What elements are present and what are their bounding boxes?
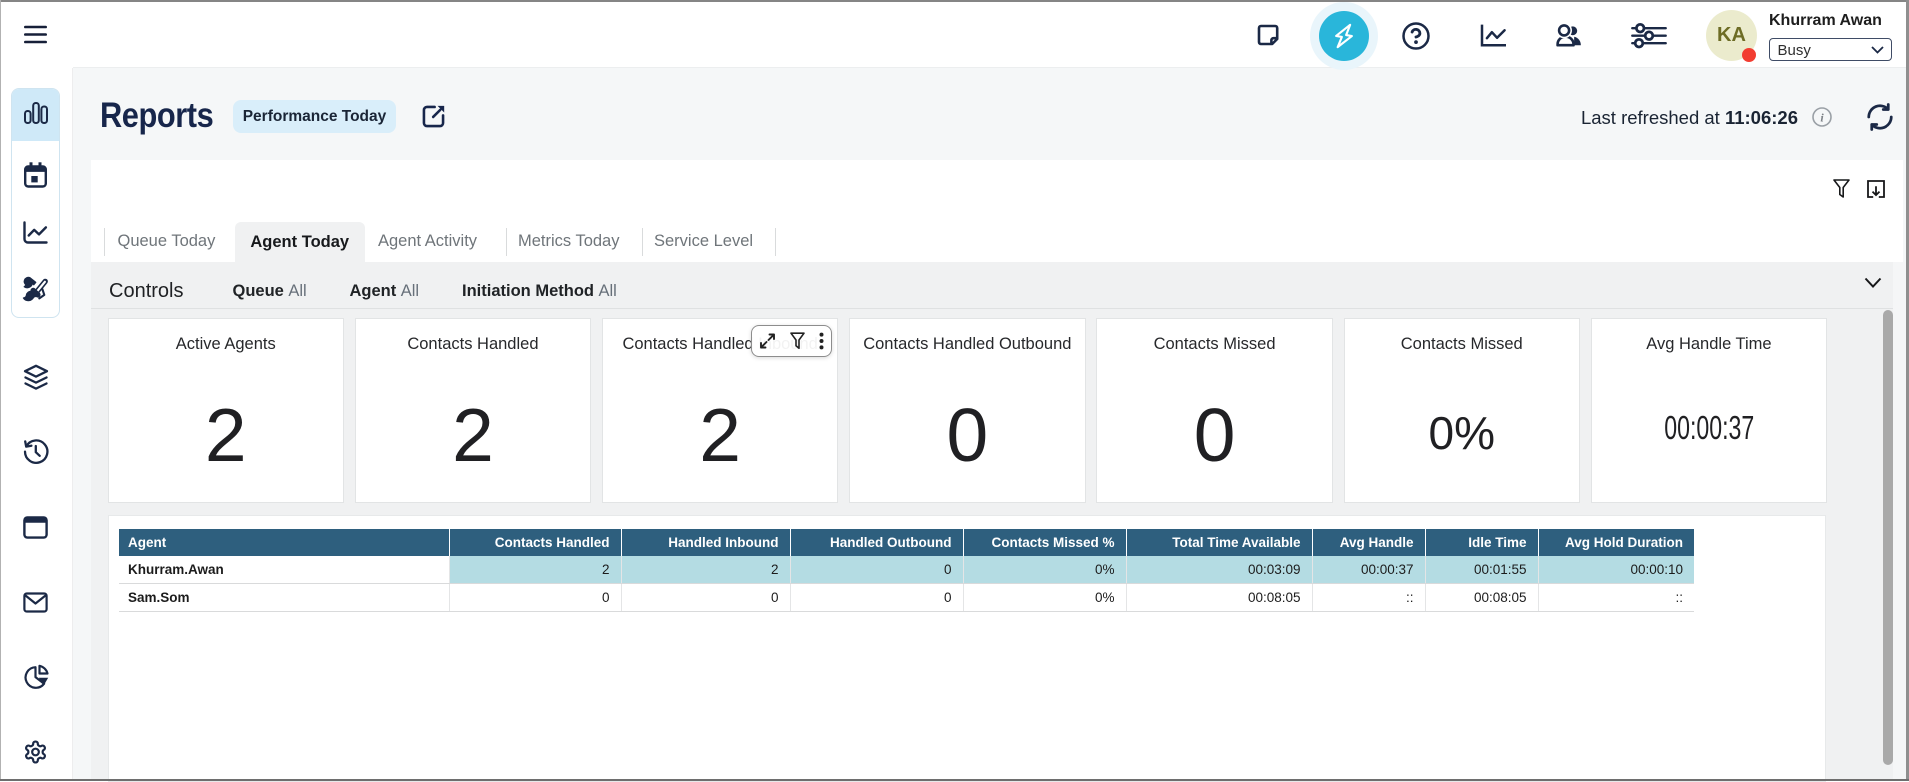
svg-text:i: i xyxy=(1820,111,1824,125)
